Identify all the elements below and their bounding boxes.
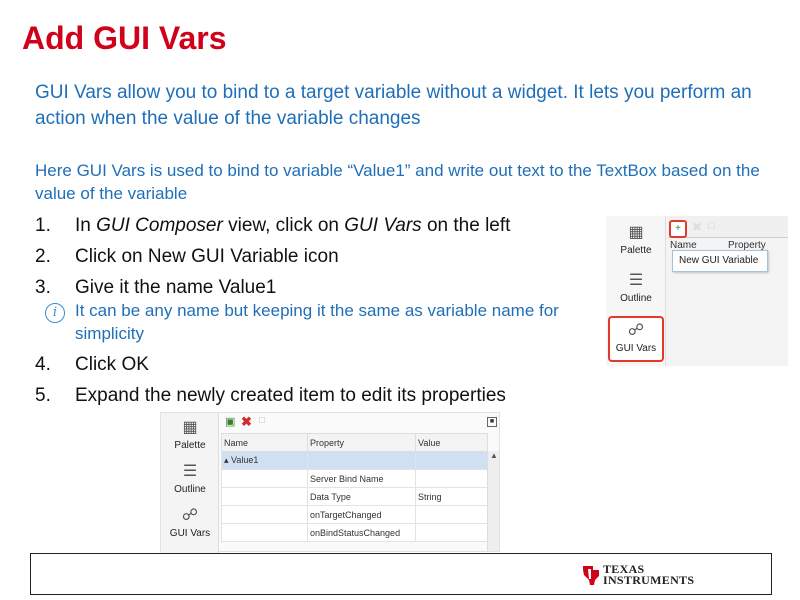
- palette-button[interactable]: ▦ Palette: [608, 224, 664, 256]
- step-text: Expand the newly created item to edit it…: [75, 385, 506, 406]
- table-row[interactable]: Data Type String: [221, 487, 488, 506]
- gui-vars-icon: ☍: [181, 507, 199, 524]
- step-5: 5. Expand the newly created item to edit…: [35, 380, 615, 411]
- step-note: i It can be any name but keeping it the …: [35, 299, 615, 345]
- ti-wordmark-line2: Instruments: [603, 573, 695, 587]
- step-number: 1.: [35, 215, 51, 236]
- table-cell[interactable]: [415, 523, 488, 542]
- table-cell[interactable]: String: [415, 487, 488, 506]
- table-header-row: Name Property Value: [221, 433, 488, 452]
- step-text: Click OK: [75, 354, 149, 375]
- gui-vars-button[interactable]: ☍ GUI Vars: [608, 316, 664, 362]
- new-gui-variable-tooltip: New GUI Variable: [672, 250, 768, 272]
- step-number: 5.: [35, 385, 51, 406]
- composer-side-panel: ▦ Palette ☰ Outline ☍ GUI Vars: [606, 216, 666, 366]
- new-gui-variable-icon[interactable]: ▣: [225, 415, 235, 428]
- delete-icon[interactable]: ✖: [692, 220, 702, 234]
- outline-icon: ☰: [182, 463, 198, 480]
- step-emphasis: GUI Vars: [344, 215, 422, 236]
- step-emphasis: GUI Composer: [96, 215, 223, 236]
- info-icon: i: [45, 303, 65, 323]
- step-4: 4. Click OK: [35, 349, 615, 380]
- ti-wordmark: Texas Instruments: [603, 563, 695, 587]
- step-text: Click on New GUI Variable icon: [75, 246, 339, 267]
- table-cell[interactable]: Server Bind Name: [307, 469, 416, 488]
- maximize-icon[interactable]: ■: [487, 417, 497, 427]
- table-cell[interactable]: [221, 487, 308, 506]
- gui-vars-button[interactable]: ☍ GUI Vars: [163, 507, 217, 539]
- step-text: Give it the name Value1: [75, 277, 277, 298]
- table-cell[interactable]: [415, 469, 488, 488]
- table-row[interactable]: onBindStatusChanged: [221, 523, 488, 542]
- step-number: 4.: [35, 354, 51, 375]
- step-text: view, click on: [222, 215, 345, 236]
- gui-vars-label: GUI Vars: [615, 343, 657, 354]
- texas-instruments-logo: Texas Instruments: [581, 563, 694, 589]
- table-cell[interactable]: [221, 469, 308, 488]
- composer-side-panel: ▦ Palette ☰ Outline ☍ GUI Vars: [161, 413, 219, 553]
- slide-title: Add GUI Vars: [22, 20, 227, 56]
- document-icon[interactable]: □: [259, 415, 265, 426]
- note-text: It can be any name but keeping it the sa…: [75, 301, 559, 343]
- scroll-up-icon[interactable]: ▲: [490, 451, 498, 460]
- palette-icon: ▦: [182, 419, 198, 436]
- table-cell[interactable]: ▴ Value1: [221, 451, 308, 470]
- gui-vars-icon: ☍: [627, 322, 645, 339]
- outline-label: Outline: [174, 484, 206, 495]
- column-property[interactable]: Property: [307, 433, 416, 452]
- table-cell[interactable]: [415, 451, 488, 470]
- outline-label: Outline: [620, 293, 652, 304]
- table-cell[interactable]: onTargetChanged: [307, 505, 416, 524]
- outline-icon: ☰: [628, 272, 644, 289]
- step-text: In: [75, 215, 97, 236]
- palette-button[interactable]: ▦ Palette: [163, 419, 217, 451]
- table-cell[interactable]: [221, 523, 308, 542]
- palette-label: Palette: [620, 245, 652, 256]
- intro-text: GUI Vars allow you to bind to a target v…: [35, 82, 752, 129]
- ti-state-icon: [583, 566, 599, 585]
- gui-vars-label: GUI Vars: [169, 528, 211, 539]
- table-cell[interactable]: Data Type: [307, 487, 416, 506]
- gui-vars-toolbar: ▣ ✖ □ ■: [221, 414, 499, 431]
- new-gui-variable-icon[interactable]: +: [669, 220, 687, 238]
- screenshot-gui-vars-properties: ▦ Palette ☰ Outline ☍ GUI Vars ▣ ✖ □ ■ N…: [160, 412, 500, 553]
- step-text: on the left: [421, 215, 511, 236]
- delete-icon[interactable]: ✖: [241, 414, 252, 430]
- screenshot-new-gui-variable: ▦ Palette ☰ Outline ☍ GUI Vars + ✖ □ Nam…: [606, 216, 788, 366]
- outline-button[interactable]: ☰ Outline: [608, 272, 664, 304]
- table-scrollbar[interactable]: ▲: [487, 451, 499, 551]
- outline-button[interactable]: ☰ Outline: [163, 463, 217, 495]
- table-row[interactable]: onTargetChanged: [221, 505, 488, 524]
- table-cell[interactable]: [307, 451, 416, 470]
- column-value[interactable]: Value: [415, 433, 488, 452]
- step-1: 1. In GUI Composer view, click on GUI Va…: [35, 210, 615, 241]
- table-cell[interactable]: [221, 505, 308, 524]
- table-row[interactable]: ▴ Value1: [221, 451, 488, 470]
- intro-detail-text: Here GUI Vars is used to bind to variabl…: [35, 161, 760, 203]
- table-cell[interactable]: onBindStatusChanged: [307, 523, 416, 542]
- palette-icon: ▦: [628, 224, 644, 241]
- step-number: 2.: [35, 246, 51, 267]
- palette-label: Palette: [174, 440, 206, 451]
- gui-vars-table: Name Property Value ▴ Value1 Server Bind…: [221, 433, 488, 542]
- table-cell[interactable]: [415, 505, 488, 524]
- table-row[interactable]: Server Bind Name: [221, 469, 488, 488]
- document-icon[interactable]: □: [708, 220, 715, 232]
- steps-list: 1. In GUI Composer view, click on GUI Va…: [35, 210, 615, 411]
- step-2: 2. Click on New GUI Variable icon: [35, 241, 615, 272]
- column-name[interactable]: Name: [221, 433, 308, 452]
